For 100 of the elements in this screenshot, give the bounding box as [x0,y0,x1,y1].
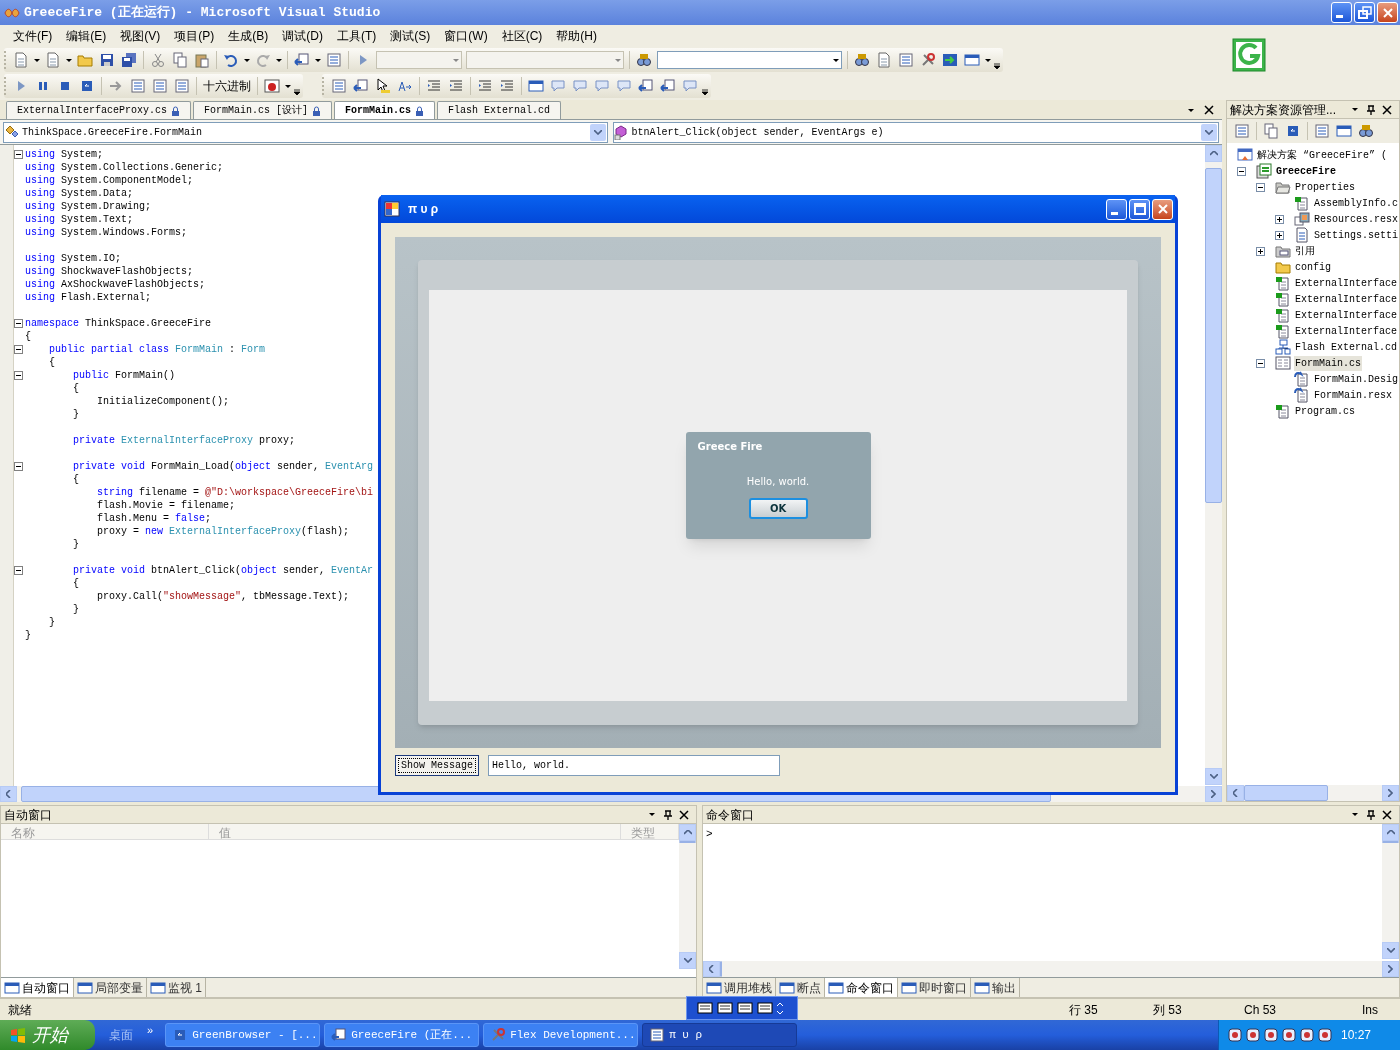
caret-icon[interactable] [66,58,72,62]
panel-tab[interactable]: 自动窗口 [1,978,74,997]
menu-item[interactable]: 调试(D) [275,25,330,47]
expand-toggle[interactable] [1256,358,1265,368]
save-icon[interactable] [99,52,115,68]
menu-item[interactable]: 社区(C) [494,25,550,47]
document-tab[interactable]: ExternalInterfaceProxy.cs [6,101,192,119]
tree-item[interactable]: Flash External.cd [1294,339,1399,355]
panel-tab[interactable]: 命令窗口 [825,978,898,997]
maximize-button[interactable] [1129,198,1150,220]
expand-toggle[interactable] [1256,246,1265,256]
taskbar-button[interactable]: Flex Development... [483,1023,639,1047]
document-tab[interactable]: FormMain.cs [设计] [193,101,333,119]
tree-item[interactable]: GreeceFire [1275,163,1337,179]
tree-item[interactable]: ExternalInterface [1294,307,1399,323]
menu-item[interactable]: 工具(T) [330,25,384,47]
taskbar-button[interactable]: GreenBrowser - [... [165,1023,321,1047]
tree-item[interactable]: config [1294,259,1332,275]
scrollbar[interactable] [1382,824,1399,959]
tree-item[interactable]: Resources.resx [1313,211,1399,227]
show-message-button[interactable]: Show Message [395,755,479,776]
close-button[interactable] [1377,2,1398,23]
collapse-toggle[interactable] [14,150,23,159]
panel-tab[interactable]: 局部变量 [74,978,147,997]
tree-item[interactable]: Properties [1294,179,1356,195]
collapse-toggle[interactable] [14,319,23,328]
back-arrow-icon[interactable] [660,78,676,94]
menu-item[interactable]: 生成(B) [221,25,276,47]
binoculars-icon[interactable] [636,52,652,68]
scrollbar[interactable] [679,824,696,969]
close-icon[interactable] [1382,809,1392,820]
collapse-toggle[interactable] [14,462,23,471]
menu-item[interactable]: 帮助(H) [549,25,604,47]
hex-button[interactable]: 十六进制 [200,77,254,95]
expand-toggle[interactable] [1275,230,1284,240]
menu-item[interactable]: 编辑(E) [59,25,114,47]
binoculars-icon[interactable] [854,52,870,68]
paste-icon[interactable] [194,52,210,68]
expand-toggle[interactable] [1275,214,1284,224]
tree-item[interactable]: AssemblyInfo.c [1313,195,1399,211]
restore-button[interactable] [1354,2,1375,23]
tree-item[interactable]: 解决方案 “GreeceFire” ( [1256,147,1388,163]
back-arrow-icon[interactable] [294,52,310,68]
menu-item[interactable]: 文件(F) [6,25,60,47]
caret-icon[interactable] [833,58,839,62]
close-icon[interactable] [1382,104,1392,115]
expand-toggle[interactable] [1237,166,1246,176]
caret-icon[interactable] [315,58,321,62]
scrollbar[interactable] [1205,145,1222,785]
class-dropdown[interactable]: ThinkSpace.GreeceFire.FormMain [3,121,608,143]
copy-icon[interactable] [172,52,188,68]
copy-icon[interactable] [1263,123,1279,139]
back-arrow-icon[interactable] [353,78,369,94]
overflow-chevron[interactable]: » [147,1022,154,1039]
page-icon[interactable] [876,52,892,68]
menu-item[interactable]: 视图(V) [113,25,168,47]
caret-icon[interactable] [649,813,655,816]
start-button[interactable]: 开始 [0,1020,95,1050]
caret-icon[interactable] [985,58,991,62]
undo-icon[interactable] [223,52,239,68]
caret-icon[interactable] [34,58,40,62]
indent-icon[interactable] [448,78,464,94]
message-field[interactable]: Hello, world. [488,755,780,776]
indent-icon[interactable] [426,78,442,94]
taskbar-button[interactable]: GreeceFire (正在... [324,1023,480,1047]
menu-item[interactable]: 项目(P) [167,25,222,47]
search-field[interactable] [657,51,842,69]
indent-icon[interactable] [477,78,493,94]
binoculars-icon[interactable] [1358,123,1374,139]
indent-icon[interactable] [499,78,515,94]
minimize-button[interactable] [1331,2,1352,23]
close-icon[interactable] [679,809,689,820]
scrollbar[interactable] [703,961,1399,977]
tree-item[interactable]: FormMain.cs [1294,355,1362,371]
menu-item[interactable]: 测试(S) [383,25,438,47]
collapse-toggle[interactable] [14,566,23,575]
ok-button[interactable]: OK [748,498,808,519]
back-arrow-icon[interactable] [638,78,654,94]
method-dropdown[interactable]: btnAlert_Click(object sender, EventArgs e) [612,121,1219,143]
breakpoint-icon[interactable] [264,78,280,94]
options-arrow-icon[interactable] [777,1002,783,1014]
tree-item[interactable]: ExternalInterface [1294,275,1399,291]
caret-icon[interactable] [1352,813,1358,816]
wrench-icon[interactable] [920,52,936,68]
expand-toggle[interactable] [1256,182,1265,192]
quick-launch-label[interactable]: 桌面 [109,1026,133,1044]
taskbar-button[interactable]: π υ ρ [642,1023,798,1047]
window-icon[interactable] [528,78,544,94]
panel-tab[interactable]: 监视 1 [147,978,206,997]
caret-icon[interactable] [1188,108,1194,112]
tree-item[interactable]: ExternalInterface [1294,323,1399,339]
tree-item[interactable]: Settings.setti [1313,227,1399,243]
menu-item[interactable]: 窗口(W) [437,25,495,47]
close-button[interactable] [1152,198,1173,220]
caret-icon[interactable] [285,84,291,88]
panel-tab[interactable]: 即时窗口 [898,978,971,997]
page-icon[interactable] [45,52,61,68]
minimize-button[interactable] [1106,198,1127,220]
panel-tab[interactable]: 输出 [971,978,1020,997]
folder-icon[interactable] [77,52,93,68]
